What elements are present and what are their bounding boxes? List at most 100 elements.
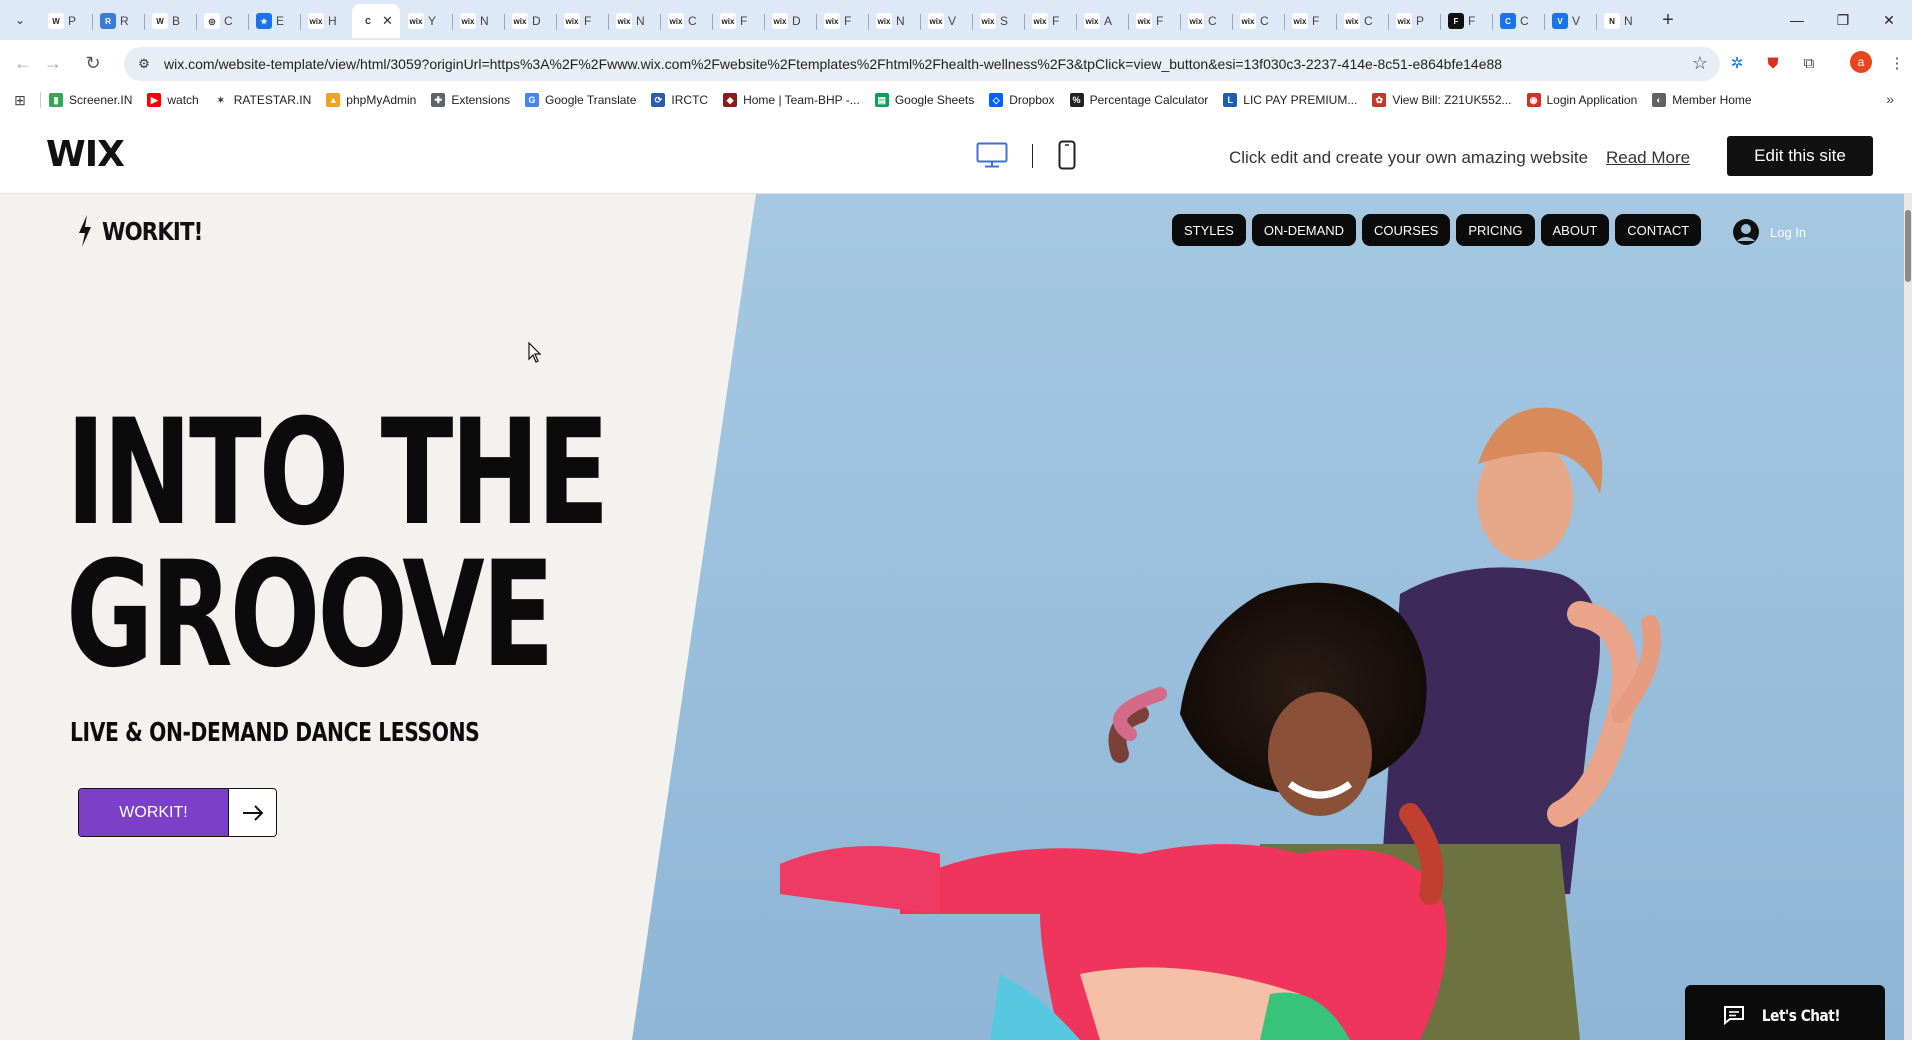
more-bookmarks-icon[interactable]: » (1886, 91, 1894, 107)
login-link[interactable]: Log In (1732, 218, 1806, 246)
tab[interactable]: wix C (1232, 6, 1284, 36)
lets-chat-button[interactable]: Let's Chat! (1685, 985, 1885, 1040)
tab[interactable]: wix N (608, 6, 660, 36)
tab[interactable]: wix N (452, 6, 504, 36)
wix-promo-text: Click edit and create your own amazing w… (1229, 148, 1589, 167)
profile-avatar[interactable]: a (1850, 51, 1872, 73)
bookmark-item[interactable]: ✿ View Bill: Z21UK552... (1372, 93, 1512, 107)
tab[interactable]: wix A (1076, 6, 1128, 36)
workit-cta-button[interactable]: WORKIT! (78, 788, 277, 837)
tab[interactable]: wix C (660, 6, 712, 36)
tab-title: N (1624, 14, 1633, 28)
tab[interactable]: wix N (868, 6, 920, 36)
site-brand[interactable]: WORKIT! (76, 214, 220, 248)
extensions-puzzle-icon[interactable]: ⧉ (1798, 52, 1820, 74)
tab[interactable]: wix F (712, 6, 764, 36)
tab[interactable]: VV (1544, 6, 1596, 36)
scrollbar-thumb[interactable] (1905, 210, 1911, 282)
bookmark-item[interactable]: ◉ Login Application (1526, 93, 1637, 107)
address-bar[interactable]: ⚙ wix.com/website-template/view/html/305… (124, 47, 1720, 81)
tab[interactable]: wix V (920, 6, 972, 36)
bookmark-item[interactable]: ⟳ IRCTC (651, 93, 708, 107)
nav-item-courses[interactable]: COURSES (1362, 214, 1451, 246)
tab[interactable]: CC (1492, 6, 1544, 36)
tab[interactable]: FF (1440, 6, 1492, 36)
wix-logo[interactable]: WIX (46, 134, 125, 175)
nav-item-about[interactable]: ABOUT (1540, 214, 1610, 246)
extension-icon[interactable]: ✲ (1726, 52, 1748, 74)
bookmark-item[interactable]: ▤ Google Sheets (874, 93, 974, 107)
tab-favicon: wix (512, 13, 528, 29)
bookmark-item[interactable]: ▮ Screener.IN (49, 93, 132, 107)
tab[interactable]: wix F (1024, 6, 1076, 36)
tab-favicon: wix (772, 13, 788, 29)
tab-title: H (328, 14, 337, 28)
tab[interactable]: NN (1596, 6, 1648, 36)
bookmark-item[interactable]: ▲ phpMyAdmin (326, 93, 416, 107)
url-text[interactable]: wix.com/website-template/view/html/3059?… (164, 56, 1502, 72)
bookmark-item[interactable]: ✚ Extensions (431, 93, 510, 107)
tab-search-icon[interactable]: ⌄ (8, 8, 32, 32)
read-more-link[interactable]: Read More (1606, 148, 1690, 168)
bookmark-star-icon[interactable]: ☆ (1692, 53, 1708, 74)
tab[interactable]: WB (144, 6, 196, 36)
tab[interactable]: wix F (556, 6, 608, 36)
restore-icon[interactable]: ❐ (1820, 0, 1866, 40)
tab[interactable]: wix D (504, 6, 556, 36)
bookmark-icon: ▲ (326, 93, 341, 107)
tab[interactable]: wix H (300, 6, 352, 36)
bookmark-label: Home | Team-BHP -... (743, 93, 860, 107)
nav-item-on-demand[interactable]: ON-DEMAND (1251, 214, 1357, 246)
edit-this-site-button[interactable]: Edit this site (1727, 136, 1873, 176)
tab[interactable]: ◎ C (196, 6, 248, 36)
apps-grid-icon[interactable]: ⊞ (0, 92, 40, 109)
page-scrollbar[interactable] (1904, 194, 1912, 1040)
tab-active[interactable]: C ✕ (352, 4, 400, 38)
tab[interactable]: wix P (1388, 6, 1440, 36)
tab[interactable]: wix C (1336, 6, 1388, 36)
tab[interactable]: ★ E (248, 6, 300, 36)
tab-title: F (1312, 14, 1320, 28)
tab-title: D (532, 14, 541, 28)
tab[interactable]: wix D (764, 6, 816, 36)
site-preview: WORKIT! STYLES ON-DEMAND COURSES PRICING ABO… (0, 194, 1912, 1040)
tab[interactable]: wix F (1284, 6, 1336, 36)
tab[interactable]: wix Y (400, 6, 452, 36)
user-avatar-icon (1733, 219, 1759, 245)
menu-kebab-icon[interactable]: ⋮ (1886, 52, 1908, 74)
nav-item-contact[interactable]: CONTACT (1615, 214, 1702, 246)
nav-item-styles[interactable]: STYLES (1172, 214, 1246, 246)
bookmark-item[interactable]: ◆ Home | Team-BHP -... (723, 93, 860, 107)
bookmark-item[interactable]: % Percentage Calculator (1069, 93, 1208, 107)
tab[interactable]: RR (92, 6, 144, 36)
site-info-icon[interactable]: ⚙ (130, 50, 158, 78)
tab[interactable]: wix F (816, 6, 868, 36)
tab-favicon: wix (564, 13, 580, 29)
bookmark-item[interactable]: ✶ RATESTAR.IN (213, 93, 311, 107)
bookmark-label: Dropbox (1009, 93, 1055, 107)
tab[interactable]: WP (40, 6, 92, 36)
close-tab-icon[interactable]: ✕ (382, 13, 393, 29)
bookmark-item[interactable]: L LIC PAY PREMIUM... (1223, 93, 1357, 107)
tab[interactable]: wix C (1180, 6, 1232, 36)
mobile-view-icon[interactable] (1058, 140, 1076, 170)
shield-extension-icon[interactable]: ⛊ (1762, 52, 1784, 74)
reload-icon[interactable]: ↻ (80, 50, 106, 76)
forward-icon[interactable]: → (40, 50, 66, 76)
tab[interactable]: wix F (1128, 6, 1180, 36)
tab-list: W P R R W B ◎ C ★ Ewix H C ✕ wix Ywix Nwix Dwix Fwix Nwix C… (40, 4, 1682, 40)
bookmark-item[interactable]: ◇ Dropbox (989, 93, 1055, 107)
browser-toolbar: ← → ↻ ⚙ wix.com/website-template/view/ht… (0, 40, 1912, 86)
bookmark-item[interactable]: G Google Translate (525, 93, 636, 107)
bookmark-item[interactable]: ◐ Member Home (1652, 93, 1752, 107)
tab[interactable]: wix S (972, 6, 1024, 36)
bookmark-item[interactable]: ▶ watch (147, 93, 199, 107)
window-controls: — ❐ ✕ (1774, 0, 1912, 40)
bookmark-icon: ✿ (1372, 93, 1387, 107)
desktop-view-icon[interactable] (976, 142, 1008, 168)
nav-item-pricing[interactable]: PRICING (1456, 214, 1535, 246)
new-tab-icon[interactable]: + (1654, 6, 1682, 34)
back-icon[interactable]: ← (10, 50, 36, 76)
minimize-icon[interactable]: — (1774, 0, 1820, 40)
close-window-icon[interactable]: ✕ (1866, 0, 1912, 40)
